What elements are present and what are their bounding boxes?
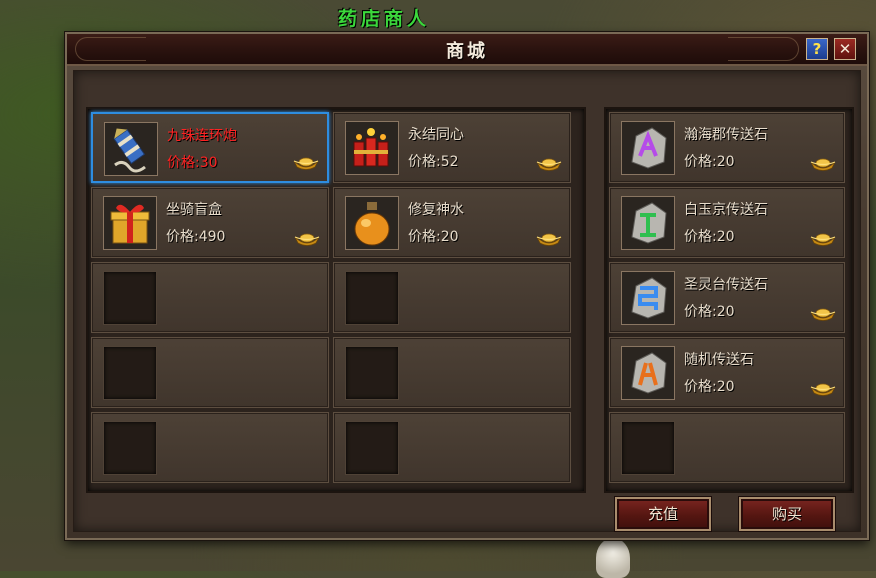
item-panel-right: 瀚海郡传送石 价格:20 白玉京传送石 价格:20 圣灵台传送石 价格:20 随机传送石 价格… bbox=[604, 107, 854, 493]
empty-item-slot[interactable] bbox=[91, 262, 329, 333]
gold-ingot-icon bbox=[536, 156, 562, 172]
gold-ingot-icon bbox=[810, 381, 836, 397]
shop-item-slot[interactable]: 白玉京传送石 价格:20 bbox=[609, 187, 845, 258]
item-price: 价格:20 bbox=[684, 304, 735, 320]
teleport-stone-purple-icon bbox=[621, 121, 675, 175]
empty-item-slot[interactable] bbox=[333, 412, 571, 483]
gold-ingot-icon bbox=[810, 231, 836, 247]
empty-item-slot[interactable] bbox=[333, 262, 571, 333]
gold-ingot-icon bbox=[536, 231, 562, 247]
window-title: 商城 bbox=[446, 41, 488, 62]
shop-item-slot[interactable]: 瀚海郡传送石 价格:20 bbox=[609, 112, 845, 183]
close-button[interactable]: ✕ bbox=[834, 38, 856, 60]
shop-item-slot[interactable]: 九珠连环炮价格:30 bbox=[91, 112, 329, 183]
gold-ingot-icon bbox=[294, 231, 320, 247]
teleport-stone-green-icon bbox=[621, 196, 675, 250]
firecracker-icon bbox=[345, 121, 399, 175]
item-price: 价格:490 bbox=[166, 229, 226, 245]
firework-rocket-icon bbox=[104, 122, 158, 176]
item-name: 白玉京传送石 bbox=[684, 202, 768, 218]
item-name: 瀚海郡传送石 bbox=[684, 127, 768, 143]
empty-slot-frame bbox=[345, 346, 399, 400]
gold-ingot-icon bbox=[810, 156, 836, 172]
shop-item-slot[interactable]: 坐骑盲盒价格:490 bbox=[91, 187, 329, 258]
help-button[interactable]: ? bbox=[806, 38, 828, 60]
recharge-button[interactable]: 充值 bbox=[615, 497, 711, 531]
empty-item-slot[interactable] bbox=[333, 337, 571, 408]
item-price: 价格:30 bbox=[167, 155, 218, 171]
item-grid-right: 瀚海郡传送石 价格:20 白玉京传送石 价格:20 圣灵台传送石 价格:20 随机传送石 价格… bbox=[609, 112, 845, 483]
npc-figure[interactable] bbox=[596, 538, 630, 578]
empty-item-slot[interactable] bbox=[609, 412, 845, 483]
empty-slot-frame bbox=[103, 421, 157, 475]
item-price: 价格:52 bbox=[408, 154, 459, 170]
item-name: 修复神水 bbox=[408, 202, 464, 218]
shop-item-slot[interactable]: 修复神水价格:20 bbox=[333, 187, 571, 258]
item-name: 九珠连环炮 bbox=[167, 128, 237, 144]
item-price: 价格:20 bbox=[408, 229, 459, 245]
title-bar[interactable]: 商城 ? ✕ bbox=[67, 34, 867, 66]
shop-item-slot[interactable]: 永结同心价格:52 bbox=[333, 112, 571, 183]
shop-item-slot[interactable]: 圣灵台传送石 价格:20 bbox=[609, 262, 845, 333]
item-price: 价格:20 bbox=[684, 379, 735, 395]
teleport-stone-orange-icon bbox=[621, 346, 675, 400]
gold-ingot-icon bbox=[293, 155, 319, 171]
gold-ingot-icon bbox=[810, 306, 836, 322]
teleport-stone-blue-icon bbox=[621, 271, 675, 325]
shop-body: 九珠连环炮 价格:30 永结同心 价格:52 坐骑盲盒 价格:490 修复神水 价格:20 瀚… bbox=[73, 70, 861, 532]
potion-flask-icon bbox=[345, 196, 399, 250]
shop-window: 商城 ? ✕ 九珠连环炮 价格:30 永结同心 价格:52 坐骑盲盒 价格:490 修复神水… bbox=[65, 32, 869, 540]
empty-slot-frame bbox=[103, 346, 157, 400]
empty-item-slot[interactable] bbox=[91, 412, 329, 483]
empty-slot-frame bbox=[345, 421, 399, 475]
empty-slot-frame bbox=[103, 271, 157, 325]
item-name: 随机传送石 bbox=[684, 352, 754, 368]
item-price: 价格:20 bbox=[684, 229, 735, 245]
item-name: 坐骑盲盒 bbox=[166, 202, 222, 218]
item-price: 价格:20 bbox=[684, 154, 735, 170]
npc-name: 药店商人 bbox=[338, 8, 431, 30]
empty-slot-frame bbox=[621, 421, 675, 475]
item-name: 圣灵台传送石 bbox=[684, 277, 768, 293]
item-grid-left: 九珠连环炮 价格:30 永结同心 价格:52 坐骑盲盒 价格:490 修复神水 价格:20 bbox=[91, 112, 571, 483]
item-panel-left: 九珠连环炮 价格:30 永结同心 价格:52 坐骑盲盒 价格:490 修复神水 价格:20 bbox=[86, 107, 586, 493]
item-name: 永结同心 bbox=[408, 127, 464, 143]
buy-button[interactable]: 购买 bbox=[739, 497, 835, 531]
empty-item-slot[interactable] bbox=[91, 337, 329, 408]
empty-slot-frame bbox=[345, 271, 399, 325]
gift-box-icon bbox=[103, 196, 157, 250]
shop-item-slot[interactable]: 随机传送石价格:20 bbox=[609, 337, 845, 408]
